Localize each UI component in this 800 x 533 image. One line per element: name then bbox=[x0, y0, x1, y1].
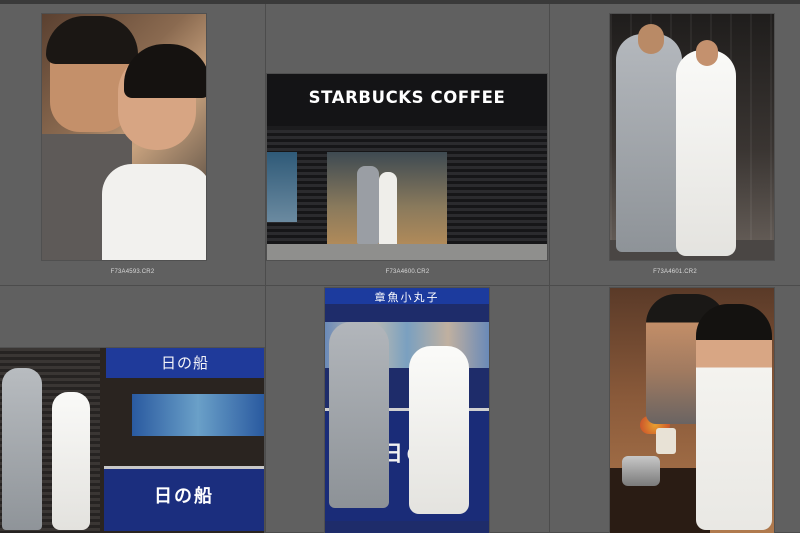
stall-sign-text: 日の船 bbox=[154, 486, 214, 507]
thumbnail-grid: F73A4593.CR2 STARBUCKS COFFEE F73A4600.C… bbox=[0, 4, 800, 533]
thumbnail-filename: F73A4600.CR2 bbox=[385, 269, 430, 275]
photo-thumbnail[interactable]: 日の船 日の船 bbox=[0, 348, 264, 533]
photo-thumbnail[interactable]: 章魚小丸子 日の船 bbox=[325, 288, 489, 533]
photo-detail bbox=[696, 40, 718, 66]
grid-cell[interactable]: 章魚小丸子 日の船 bbox=[266, 286, 550, 533]
grid-cell[interactable] bbox=[550, 286, 800, 533]
grid-cell[interactable]: STARBUCKS COFFEE F73A4600.CR2 bbox=[266, 4, 550, 286]
photo-thumbnail[interactable]: STARBUCKS COFFEE bbox=[267, 74, 547, 260]
grid-cell[interactable]: F73A4593.CR2 bbox=[0, 4, 266, 286]
photo-thumbnail[interactable] bbox=[610, 14, 774, 260]
photo-detail bbox=[357, 166, 379, 244]
stall-sign-text: 章魚小丸子 bbox=[374, 291, 440, 304]
photo-detail bbox=[638, 24, 664, 54]
photo-detail bbox=[656, 428, 676, 454]
photo-detail bbox=[616, 34, 682, 252]
photo-detail bbox=[132, 394, 264, 436]
photo-detail bbox=[696, 304, 772, 530]
photo-detail bbox=[46, 16, 138, 64]
photo-detail bbox=[267, 152, 297, 222]
photo-detail bbox=[2, 368, 42, 530]
photo-detail bbox=[102, 164, 206, 260]
thumbnail-filename: F73A4601.CR2 bbox=[653, 269, 697, 275]
thumbnail-filename: F73A4593.CR2 bbox=[110, 269, 155, 275]
photo-detail bbox=[329, 322, 389, 508]
photo-detail bbox=[52, 392, 90, 530]
stall-sign-text: 日の船 bbox=[160, 354, 209, 372]
photo-detail bbox=[267, 244, 547, 260]
photo-detail bbox=[379, 172, 397, 246]
grid-cell[interactable]: F73A4601.CR2 bbox=[550, 4, 800, 286]
photo-thumbnail[interactable] bbox=[610, 288, 774, 533]
storefront-sign-text: STARBUCKS COFFEE bbox=[308, 88, 506, 107]
photo-thumbnail[interactable] bbox=[42, 14, 206, 260]
grid-cell[interactable]: 日の船 日の船 bbox=[0, 286, 266, 533]
photo-detail bbox=[622, 456, 660, 486]
photo-detail bbox=[676, 50, 736, 256]
photo-detail bbox=[409, 346, 469, 514]
